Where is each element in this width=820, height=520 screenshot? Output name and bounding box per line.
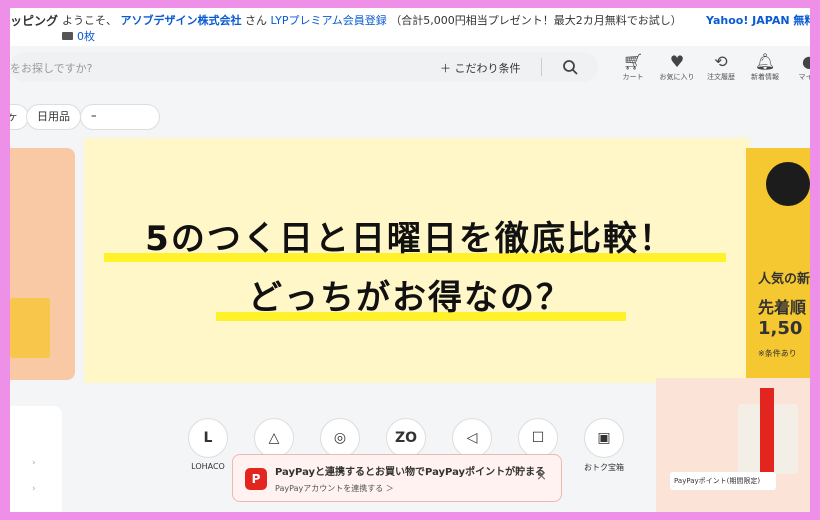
search-input[interactable]: をお探しですか? [10, 60, 93, 76]
mypage-button[interactable]: ● マイペ [790, 52, 811, 82]
notifications-button[interactable]: 🔔︎ 新着情報 [746, 52, 784, 82]
favorites-label: お気に入り [659, 73, 695, 81]
gift-label: PayPayポイント(期間限定) [670, 472, 776, 490]
cart-label: カート [622, 73, 644, 81]
premium-note: （合計5,000円相当プレゼント！最大2カ月無料でお試し） [390, 14, 682, 27]
tag-chip[interactable]: ｰ [80, 104, 160, 130]
search-divider [541, 58, 542, 76]
cart-button[interactable]: 🛒︎ カート [614, 52, 652, 82]
right-banner-note: ※条件あり [758, 349, 797, 358]
megaphone-icon: ◁ [452, 418, 492, 458]
headline-line2: どっちがお得なの？ [248, 278, 572, 318]
chevron-right-icon[interactable]: › [32, 484, 36, 494]
header-icons: 🛒︎ カート ♥ お気に入り ⟲ 注文履歴 🔔︎ 新着情報 ● マイペ [614, 52, 811, 82]
earbuds-image [766, 162, 810, 206]
bell-icon: 🔔︎ [754, 52, 776, 71]
right-promo-banner[interactable]: 人気の新 先着順 1,50 ※条件あり [746, 148, 810, 380]
coupon-icon [62, 32, 73, 40]
user-icon: ● [802, 52, 810, 71]
headline-line1: 5のつく日と日曜日を徹底比較！ [145, 219, 675, 259]
left-promo-banner[interactable] [10, 148, 75, 380]
service-lohaco[interactable]: L LOHACO [186, 418, 230, 471]
service-label: おトク宝箱 [584, 463, 624, 472]
side-menu-card: › › [10, 406, 62, 512]
gift-banner[interactable]: PayPayポイント(期間限定) [656, 378, 810, 512]
ribbon-image [760, 388, 774, 474]
paypay-link-account[interactable]: PayPayアカウントを連携する ＞ [275, 483, 394, 494]
paypay-logo-icon: P [245, 468, 267, 490]
company-name-link[interactable]: アソブデザイン株式会社 [121, 14, 242, 27]
yahoo-japan-label: Yahoo! JAPAN [706, 14, 790, 27]
cart-icon: 🛒︎ [622, 52, 644, 71]
lohaco-icon: L [188, 418, 228, 458]
service-treasure[interactable]: ▣ おトク宝箱 [582, 418, 626, 473]
zozo-icon: ZO [386, 418, 426, 458]
close-icon[interactable]: × [536, 469, 547, 484]
coupon-count: 0枚 [77, 30, 95, 43]
free-link-label: 無料 [793, 14, 810, 27]
order-history-button[interactable]: ⟲ 注文履歴 [702, 52, 740, 82]
coupon-link[interactable]: 0枚 [62, 28, 95, 44]
tag-chip-daily[interactable]: 日用品 [26, 104, 81, 130]
order-history-label: 注文履歴 [707, 73, 735, 81]
search-bar[interactable]: をお探しですか? ＋ こだわり条件 [10, 52, 598, 82]
favorites-button[interactable]: ♥ お気に入り [658, 52, 696, 82]
paypay-toast-title: PayPayと連携するとお買い物でPayPayポイントが貯まる [275, 467, 546, 478]
paypay-toast[interactable]: P PayPayと連携するとお買い物でPayPayポイントが貯まる PayPay… [232, 454, 562, 502]
advanced-search-button[interactable]: ＋ こだわり条件 [440, 60, 521, 76]
welcome-line: ようこそ、 アソブデザイン株式会社 さん LYPプレミアム会員登録 （合計5,0… [62, 12, 682, 28]
premium-signup-link[interactable]: LYPプレミアム会員登録 [271, 14, 387, 27]
brand-text[interactable]: ッピング [10, 12, 58, 29]
search-icon[interactable] [562, 59, 578, 75]
top-bar: ッピング ようこそ、 アソブデザイン株式会社 さん LYPプレミアム会員登録 （… [10, 8, 810, 46]
yahoo-japan-link[interactable]: Yahoo! JAPAN 無料 [706, 12, 810, 28]
mountain-icon: △ [254, 418, 294, 458]
lottery-icon: ◎ [320, 418, 360, 458]
mypage-label: マイペ [798, 73, 811, 81]
honorific: さん [245, 14, 267, 27]
notifications-label: 新着情報 [751, 73, 779, 81]
right-banner-line3: 1,50 [758, 318, 803, 339]
gift-box-icon: ☐ [518, 418, 558, 458]
welcome-prefix: ようこそ、 [62, 14, 117, 27]
treasure-icon: ▣ [584, 418, 624, 458]
chevron-right-icon[interactable]: › [32, 458, 36, 468]
history-icon: ⟲ [714, 52, 728, 71]
service-label: LOHACO [191, 462, 225, 471]
heart-icon: ♥ [669, 52, 685, 71]
